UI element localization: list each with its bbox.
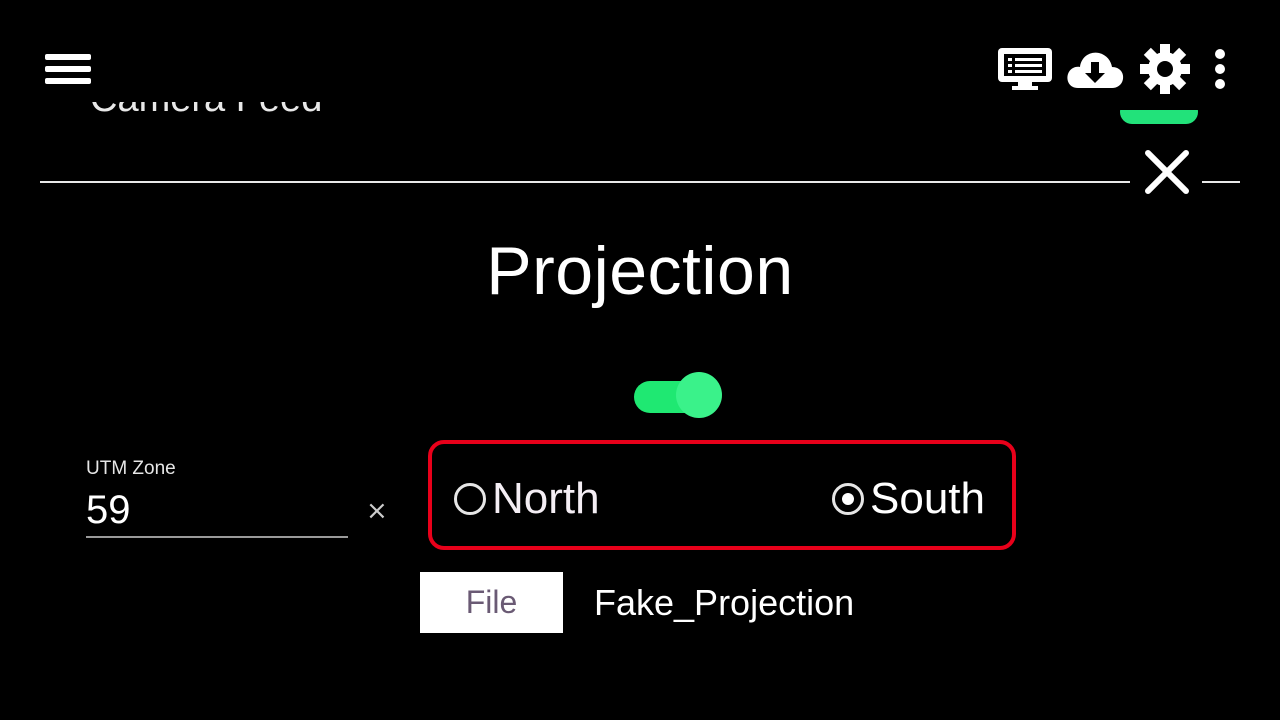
utm-zone-label: UTM Zone xyxy=(86,458,176,479)
menu-bar-3 xyxy=(45,78,91,84)
radio-unchecked-icon xyxy=(454,483,486,515)
radio-checked-icon xyxy=(832,483,864,515)
radio-south[interactable]: South xyxy=(832,474,985,524)
gear-icon[interactable] xyxy=(1130,38,1200,100)
menu-bar-1 xyxy=(45,54,91,60)
page-title: Projection xyxy=(486,233,794,309)
projection-enable-switch[interactable] xyxy=(634,372,726,420)
switch-knob xyxy=(676,372,722,418)
monitor-list-icon[interactable] xyxy=(990,38,1060,100)
section-divider-end xyxy=(1202,181,1240,183)
kebab-menu-icon[interactable] xyxy=(1200,38,1240,100)
file-button[interactable]: File xyxy=(420,572,563,633)
section-divider xyxy=(40,181,1130,183)
hamburger-menu-icon[interactable] xyxy=(36,44,100,94)
radio-north[interactable]: North xyxy=(454,474,600,524)
radio-north-label: North xyxy=(492,474,600,523)
menu-bar-2 xyxy=(45,66,91,72)
clear-icon[interactable]: × xyxy=(366,496,388,526)
app-bar xyxy=(0,0,1280,130)
utm-zone-input[interactable] xyxy=(86,484,348,538)
projection-settings-screen: Camera Feed Projection UTM Zone 59 × Nor… xyxy=(0,0,1280,720)
selected-file-name: Fake_Projection xyxy=(594,582,855,623)
app-bar-actions xyxy=(990,38,1240,100)
hemisphere-radio-group: North South xyxy=(428,440,1016,550)
close-icon[interactable] xyxy=(1140,145,1194,199)
radio-south-label: South xyxy=(870,474,985,523)
cloud-download-icon[interactable] xyxy=(1060,38,1130,100)
